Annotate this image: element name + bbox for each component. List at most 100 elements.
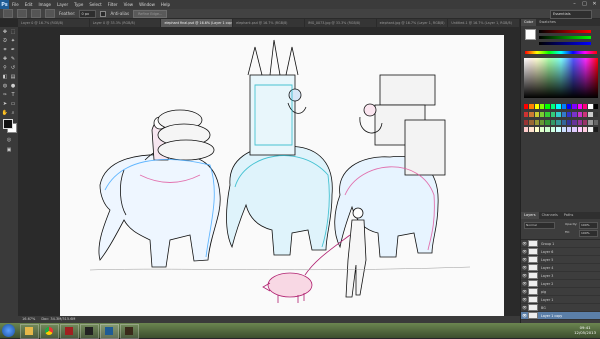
swatch-cell[interactable] [534, 111, 540, 117]
swatch-cell[interactable] [577, 127, 582, 133]
swatch-cell[interactable] [588, 127, 593, 133]
marquee-tool-icon[interactable]: ⬚ [9, 29, 17, 36]
layer-row[interactable]: 👁 Layer 1 copy [521, 312, 600, 320]
visibility-eye-icon[interactable]: 👁 [521, 241, 528, 246]
swatch-cell[interactable] [540, 104, 545, 109]
swatch-cell[interactable] [561, 104, 566, 109]
tab-document-active[interactable]: elephant final.psd @ 16.6% (Layer 1 copy… [161, 19, 234, 27]
swatch-cell[interactable] [566, 104, 572, 109]
swatch-cell[interactable] [577, 119, 582, 125]
swatch-cell[interactable] [556, 104, 561, 109]
crop-tool-icon[interactable]: ⌗ [1, 47, 9, 54]
layer-row[interactable]: 👁 Layer 3 [521, 272, 600, 280]
swatch-cell[interactable] [572, 119, 577, 125]
dodge-tool-icon[interactable]: ● [9, 83, 17, 90]
tab-document[interactable]: Layer 0 @ 33.3% (RGB/8) [90, 19, 162, 27]
tab-channels[interactable]: Channels [539, 212, 561, 219]
brush-tool-icon[interactable]: ✎ [9, 56, 17, 63]
swatch-cell[interactable] [534, 127, 540, 133]
menu-help[interactable]: Help [158, 2, 173, 7]
menu-view[interactable]: View [121, 2, 137, 7]
visibility-eye-icon[interactable]: 👁 [521, 257, 528, 262]
foreground-color-swatch[interactable] [3, 119, 13, 129]
taskbar-photoshop[interactable] [100, 324, 119, 339]
blue-slider[interactable] [539, 42, 591, 45]
system-clock[interactable]: 09:41 12/05/2013 [574, 325, 596, 335]
swatch-cell[interactable] [550, 127, 556, 133]
visibility-eye-icon[interactable]: 👁 [521, 313, 528, 318]
visibility-eye-icon[interactable]: 👁 [521, 297, 528, 302]
swatch-cell[interactable] [550, 111, 556, 117]
color-picker-field[interactable] [524, 58, 598, 98]
taskbar-chrome[interactable] [40, 324, 59, 339]
layer-row[interactable]: 👁 Layer 2 [521, 280, 600, 288]
add-selection-icon[interactable] [31, 9, 41, 18]
menu-layer[interactable]: Layer [54, 2, 71, 7]
menu-file[interactable]: File [9, 2, 22, 7]
swatch-cell[interactable] [529, 127, 534, 133]
layer-row[interactable]: 👁 Layer 4 [521, 264, 600, 272]
clone-stamp-icon[interactable]: ⚲ [1, 65, 9, 72]
taskbar-media[interactable] [60, 324, 79, 339]
eraser-tool-icon[interactable]: ◧ [1, 74, 9, 81]
red-slider[interactable] [539, 30, 591, 33]
visibility-eye-icon[interactable]: 👁 [521, 273, 528, 278]
layer-row[interactable]: 👁 BG [521, 304, 600, 312]
swatch-cell[interactable] [545, 119, 550, 125]
tab-layers[interactable]: Layers [521, 212, 539, 219]
tab-document[interactable]: Untitled-1 @ 16.7% (Layer 1, RGB/8) [448, 19, 521, 27]
move-tool-icon[interactable]: ✥ [1, 29, 9, 36]
screen-mode-icon[interactable]: ▣ [5, 147, 13, 154]
minimize-button[interactable]: – [571, 1, 578, 7]
swatch-cell[interactable] [545, 104, 550, 109]
blur-tool-icon[interactable]: ◍ [1, 83, 9, 90]
layer-row[interactable]: 👁 Layer 6 [521, 248, 600, 256]
visibility-eye-icon[interactable]: 👁 [521, 249, 528, 254]
swatch-cell[interactable] [540, 119, 545, 125]
start-button-icon[interactable] [2, 324, 15, 337]
taskbar-explorer[interactable] [20, 324, 39, 339]
swatch-cell[interactable] [540, 111, 545, 117]
tab-document[interactable]: elephant.jpg @ 16.7% (Layer 1, RGB/8) [377, 19, 449, 27]
new-selection-icon[interactable] [17, 9, 27, 18]
swatch-cell[interactable] [561, 119, 566, 125]
shape-tool-icon[interactable]: ▭ [9, 101, 17, 108]
menu-select[interactable]: Select [86, 2, 104, 7]
swatch-cell[interactable] [566, 127, 572, 133]
swatch-cell[interactable] [534, 104, 540, 109]
visibility-eye-icon[interactable]: 👁 [521, 305, 528, 310]
swatch-cell[interactable] [588, 111, 593, 117]
swatch-cell[interactable] [545, 111, 550, 117]
swatch-cell[interactable] [588, 119, 593, 125]
swatch-cell[interactable] [529, 111, 534, 117]
swatch-cell[interactable] [545, 127, 550, 133]
tab-document[interactable]: Layer 0 @ 16.7% (RGB/8) [18, 19, 90, 27]
feather-input[interactable]: 0 px [79, 9, 97, 18]
swatch-cell[interactable] [529, 104, 534, 109]
history-brush-icon[interactable]: ↺ [9, 65, 17, 72]
opacity-input[interactable]: 100% [579, 222, 598, 229]
maximize-button[interactable]: □ [581, 1, 588, 7]
swatch-cell[interactable] [550, 119, 556, 125]
subtract-selection-icon[interactable] [45, 9, 55, 18]
antialias-checkbox[interactable] [100, 10, 107, 17]
document-canvas[interactable] [60, 35, 504, 316]
fill-input[interactable]: 100% [579, 230, 598, 237]
tab-paths[interactable]: Paths [561, 212, 577, 219]
swatch-cell[interactable] [566, 119, 572, 125]
color-panel-swatch[interactable] [525, 29, 536, 40]
swatch-cell[interactable] [577, 111, 582, 117]
swatch-cell[interactable] [529, 119, 534, 125]
layer-row[interactable]: 👁 Group 1 [521, 240, 600, 248]
layer-row[interactable]: 👁 Layer 1 [521, 296, 600, 304]
swatch-cell[interactable] [572, 127, 577, 133]
taskbar-bridge[interactable] [120, 324, 139, 339]
menu-type[interactable]: Type [71, 2, 86, 7]
visibility-eye-icon[interactable]: 👁 [521, 289, 528, 294]
lasso-tool-icon[interactable]: ᘐ [1, 38, 9, 45]
color-spectrum-bar[interactable] [525, 51, 597, 54]
swatch-cell[interactable] [550, 104, 556, 109]
swatch-cell[interactable] [593, 119, 598, 125]
blend-mode-select[interactable]: Normal [524, 222, 555, 229]
eyedropper-icon[interactable]: ✒ [9, 47, 17, 54]
